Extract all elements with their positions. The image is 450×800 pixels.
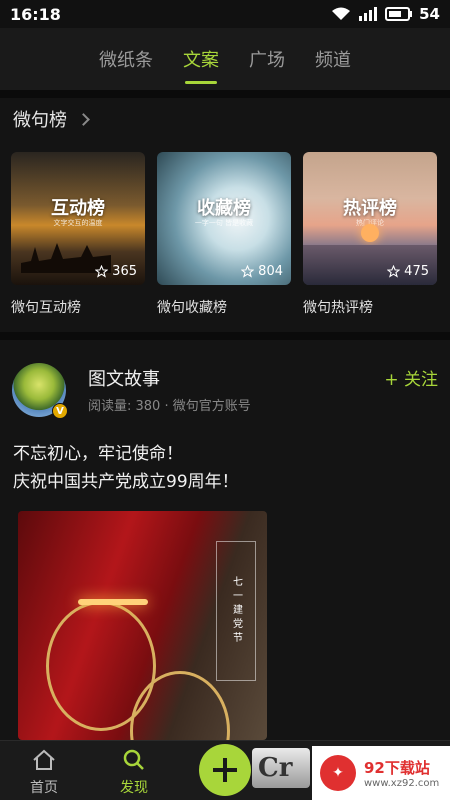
divider xyxy=(0,332,450,340)
post-meta: 阅读量: 380 · 微句官方账号 xyxy=(88,399,251,414)
card-count: 475 xyxy=(387,264,429,279)
watermark-title: 92下载站 xyxy=(364,759,430,777)
post-image[interactable]: 七一建党节 xyxy=(18,511,267,740)
signal-icon xyxy=(359,7,378,21)
card-overlay-title: 热评榜 xyxy=(343,198,397,219)
post-line: 不忘初心，牢记使命！ xyxy=(13,444,183,464)
watermark-logo: Cr xyxy=(252,748,310,788)
add-post-button[interactable] xyxy=(199,744,251,796)
battery-icon xyxy=(385,7,413,21)
card-overlay-title: 互动榜 xyxy=(51,198,105,219)
avatar[interactable]: V xyxy=(12,363,68,419)
card-image: 收藏榜 一字一句 皆是收藏 804 xyxy=(157,152,291,285)
post-author[interactable]: 图文故事 xyxy=(88,365,160,391)
nav-discover[interactable]: 发现 xyxy=(104,749,164,797)
card-count-value: 804 xyxy=(258,264,283,279)
post-line: 庆祝中国共产党成立99周年！ xyxy=(13,472,239,492)
search-icon xyxy=(123,749,144,770)
watermark: ✦ 92下载站 www.xz92.com xyxy=(312,746,450,800)
card-count-value: 365 xyxy=(112,264,137,279)
ranking-cards: 互动榜 文字交互的温度 365 微句互动榜 收藏榜 一字一句 皆是收藏 804 … xyxy=(11,152,437,317)
tab-wenan[interactable]: 文案 xyxy=(181,40,221,84)
top-tabs: 微纸条 文案 广场 频道 xyxy=(0,28,450,90)
card-label: 微句收藏榜 xyxy=(157,300,227,316)
watermark-url: www.xz92.com xyxy=(364,778,440,789)
card-image: 互动榜 文字交互的温度 365 xyxy=(11,152,145,285)
card-overlay-sub: 一字一句 皆是收藏 xyxy=(194,219,254,227)
ranking-card-favorite[interactable]: 收藏榜 一字一句 皆是收藏 804 微句收藏榜 xyxy=(157,152,291,317)
post-header: V 图文故事 阅读量: 380 · 微句官方账号 + 关注 xyxy=(12,363,438,419)
post-text: 不忘初心，牢记使命！ 庆祝中国共产党成立99周年！ xyxy=(13,440,239,496)
sunset-decoration xyxy=(361,224,379,242)
card-overlay-sub: 文字交互的温度 xyxy=(53,219,103,227)
status-icons: 54 xyxy=(331,5,440,23)
verified-badge: V xyxy=(52,403,68,419)
star-icon xyxy=(387,265,401,278)
status-time: 16:18 xyxy=(10,4,61,24)
card-count-value: 475 xyxy=(404,264,429,279)
image-vertical-text: 七一建党节 xyxy=(216,541,256,681)
nav-home[interactable]: 首页 xyxy=(14,749,74,797)
home-icon xyxy=(33,749,55,770)
glow-decoration xyxy=(78,599,148,605)
tab-guangchang[interactable]: 广场 xyxy=(247,40,287,78)
ranking-card-interaction[interactable]: 互动榜 文字交互的温度 365 微句互动榜 xyxy=(11,152,145,317)
tab-pindao[interactable]: 频道 xyxy=(313,40,353,78)
ranking-card-hot-comment[interactable]: 热评榜 热门评论 475 微句热评榜 xyxy=(303,152,437,317)
card-label: 微句热评榜 xyxy=(303,300,373,316)
ranking-title: 微句榜 xyxy=(13,110,67,131)
watermark-icon: ✦ xyxy=(320,755,356,791)
card-overlay-title: 收藏榜 xyxy=(197,198,251,219)
card-label: 微句互动榜 xyxy=(11,300,81,316)
divider xyxy=(0,90,450,98)
status-bar: 16:18 54 xyxy=(0,0,450,28)
card-count: 365 xyxy=(95,264,137,279)
nav-home-label: 首页 xyxy=(30,780,58,796)
ranking-header[interactable]: 微句榜 xyxy=(13,106,90,132)
card-count: 804 xyxy=(241,264,283,279)
chevron-right-icon xyxy=(77,112,90,126)
nav-discover-label: 发现 xyxy=(120,780,148,796)
star-icon xyxy=(95,265,109,278)
star-icon xyxy=(241,265,255,278)
card-image: 热评榜 热门评论 475 xyxy=(303,152,437,285)
follow-button[interactable]: + 关注 xyxy=(384,365,438,390)
wifi-icon xyxy=(332,7,351,20)
battery-level: 54 xyxy=(419,5,440,23)
tab-weizhitiao[interactable]: 微纸条 xyxy=(97,40,155,78)
